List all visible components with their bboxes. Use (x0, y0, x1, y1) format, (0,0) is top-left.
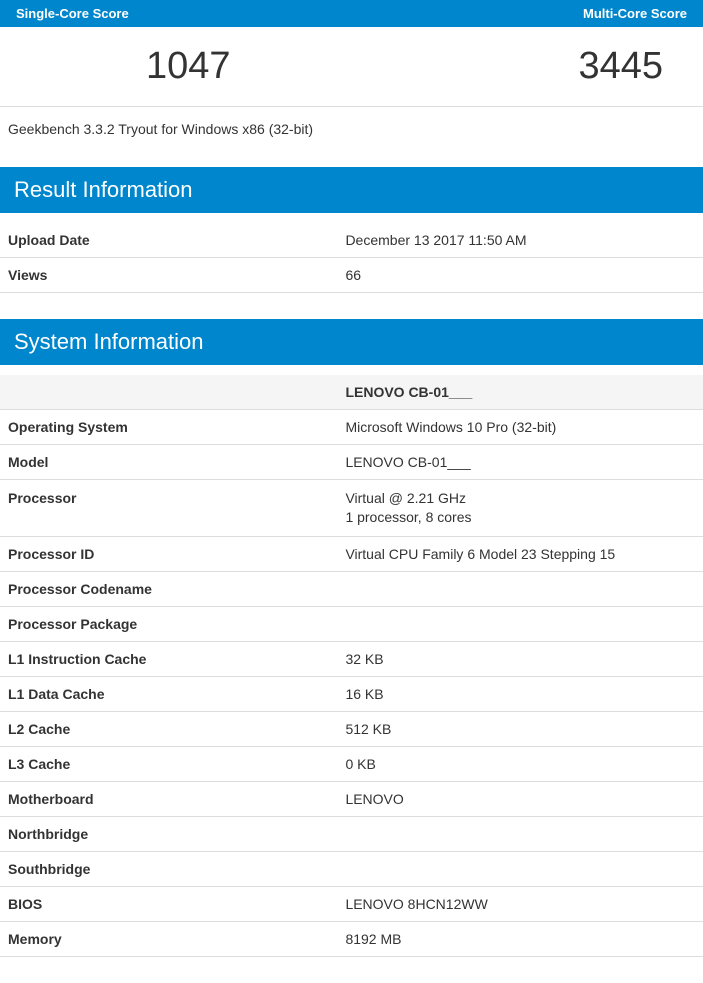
system-key: Southbridge (0, 851, 337, 886)
single-core-score: 1047 (146, 45, 231, 87)
system-header-value: LENOVO CB-01___ (337, 375, 703, 410)
result-key: Upload Date (0, 223, 337, 258)
multi-core-score: 3445 (578, 45, 663, 87)
result-value: December 13 2017 11:50 AM (337, 223, 703, 258)
system-value (337, 571, 703, 606)
table-row: Memory8192 MB (0, 921, 703, 956)
system-key: Northbridge (0, 816, 337, 851)
table-row: L3 Cache0 KB (0, 746, 703, 781)
table-row: MotherboardLENOVO (0, 781, 703, 816)
score-header: Single-Core Score Multi-Core Score (0, 0, 703, 27)
single-core-label: Single-Core Score (16, 6, 129, 21)
system-key: Model (0, 445, 337, 480)
table-row: BIOSLENOVO 8HCN12WW (0, 886, 703, 921)
system-key: Processor Codename (0, 571, 337, 606)
system-value: 512 KB (337, 711, 703, 746)
system-key: Processor (0, 480, 337, 537)
system-value (337, 816, 703, 851)
system-value: LENOVO (337, 781, 703, 816)
system-key: L1 Instruction Cache (0, 641, 337, 676)
system-key: Memory (0, 921, 337, 956)
table-row: ProcessorVirtual @ 2.21 GHz1 processor, … (0, 480, 703, 537)
result-info-header: Result Information (0, 167, 703, 213)
result-key: Views (0, 258, 337, 293)
system-key: Operating System (0, 410, 337, 445)
system-header-row: LENOVO CB-01___ (0, 375, 703, 410)
system-value: LENOVO 8HCN12WW (337, 886, 703, 921)
table-row: Processor IDVirtual CPU Family 6 Model 2… (0, 536, 703, 571)
result-value: 66 (337, 258, 703, 293)
system-value: 16 KB (337, 676, 703, 711)
table-row: Northbridge (0, 816, 703, 851)
system-header-key (0, 375, 337, 410)
multi-core-label: Multi-Core Score (583, 6, 687, 21)
system-value: 8192 MB (337, 921, 703, 956)
result-info-table: Upload DateDecember 13 2017 11:50 AMView… (0, 223, 703, 293)
system-value: Microsoft Windows 10 Pro (32-bit) (337, 410, 703, 445)
system-value: Virtual @ 2.21 GHz1 processor, 8 cores (337, 480, 703, 537)
table-row: Upload DateDecember 13 2017 11:50 AM (0, 223, 703, 258)
table-row: Processor Package (0, 606, 703, 641)
system-value: LENOVO CB-01___ (337, 445, 703, 480)
version-line: Geekbench 3.3.2 Tryout for Windows x86 (… (0, 107, 703, 167)
system-value (337, 851, 703, 886)
system-info-header: System Information (0, 319, 703, 365)
system-value: 0 KB (337, 746, 703, 781)
system-value: Virtual CPU Family 6 Model 23 Stepping 1… (337, 536, 703, 571)
table-row: L1 Data Cache16 KB (0, 676, 703, 711)
system-info-table: LENOVO CB-01___ Operating SystemMicrosof… (0, 375, 703, 957)
system-key: Processor Package (0, 606, 337, 641)
table-row: Southbridge (0, 851, 703, 886)
table-row: L2 Cache512 KB (0, 711, 703, 746)
system-value: 32 KB (337, 641, 703, 676)
table-row: Operating SystemMicrosoft Windows 10 Pro… (0, 410, 703, 445)
system-key: L3 Cache (0, 746, 337, 781)
system-key: L2 Cache (0, 711, 337, 746)
system-key: L1 Data Cache (0, 676, 337, 711)
table-row: ModelLENOVO CB-01___ (0, 445, 703, 480)
system-key: Processor ID (0, 536, 337, 571)
table-row: Views66 (0, 258, 703, 293)
system-key: BIOS (0, 886, 337, 921)
table-row: Processor Codename (0, 571, 703, 606)
system-key: Motherboard (0, 781, 337, 816)
score-values: 1047 3445 (0, 27, 703, 107)
system-value (337, 606, 703, 641)
table-row: L1 Instruction Cache32 KB (0, 641, 703, 676)
